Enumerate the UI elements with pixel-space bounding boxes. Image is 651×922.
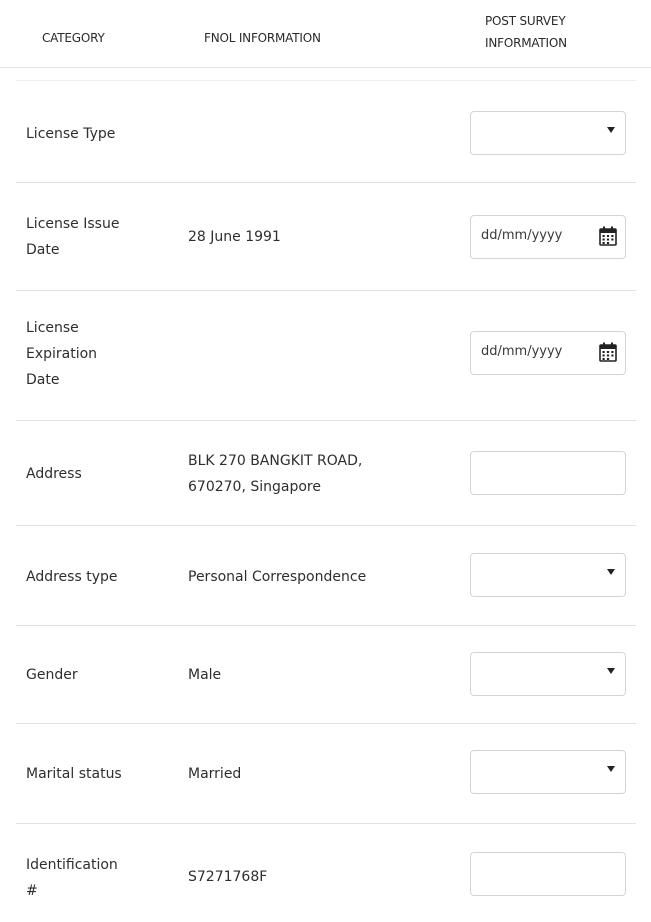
row-divider — [16, 525, 636, 526]
fnol-address-type: Personal Correspondence — [188, 569, 367, 585]
date-placeholder: dd/mm/yyyy — [481, 228, 563, 243]
fnol-address-line: BLK 270 BANGKIT ROAD, — [188, 453, 363, 469]
column-header-post-survey: POST SURVEY INFORMATION — [485, 10, 615, 54]
row-label-license-type: License Type — [26, 126, 116, 142]
chevron-down-icon — [607, 668, 615, 674]
license-expiration-date-input[interactable]: dd/mm/yyyy — [470, 331, 626, 375]
fnol-address-line: 670270, Singapore — [188, 479, 321, 495]
fnol-marital-status: Married — [188, 766, 242, 782]
fnol-license-issue-date: 28 June 1991 — [188, 229, 281, 245]
row-label-line: License — [26, 320, 79, 336]
post-survey-form: CATEGORY FNOL INFORMATION POST SURVEY IN… — [0, 0, 651, 922]
row-label-line: License Issue — [26, 216, 120, 232]
row-label-license-issue-date: License Issue Date — [26, 211, 146, 263]
address-input[interactable] — [470, 451, 626, 495]
calendar-icon[interactable] — [599, 226, 617, 246]
row-divider — [16, 420, 636, 421]
fnol-address: BLK 270 BANGKIT ROAD, 670270, Singapore — [188, 448, 458, 500]
gender-select[interactable] — [470, 652, 626, 696]
row-divider — [16, 182, 636, 183]
fnol-gender: Male — [188, 667, 222, 683]
row-label-address: Address — [26, 466, 82, 482]
address-type-select[interactable] — [470, 553, 626, 597]
column-header-post-survey-line2: INFORMATION — [485, 36, 567, 50]
row-label-line: Identification — [26, 857, 118, 873]
column-header-fnol: FNOL INFORMATION — [204, 31, 321, 45]
header-divider — [16, 80, 636, 81]
calendar-icon[interactable] — [599, 342, 617, 362]
row-label-address-type: Address type — [26, 569, 118, 585]
row-label-gender: Gender — [26, 667, 78, 683]
row-label-line: Date — [26, 242, 60, 258]
row-divider — [16, 823, 636, 824]
license-issue-date-input[interactable]: dd/mm/yyyy — [470, 215, 626, 259]
column-header-category: CATEGORY — [42, 31, 105, 45]
row-label-line: Date — [26, 372, 60, 388]
row-label-marital-status: Marital status — [26, 766, 122, 782]
date-placeholder: dd/mm/yyyy — [481, 344, 563, 359]
row-label-line: # — [26, 883, 38, 899]
license-type-select[interactable] — [470, 111, 626, 155]
identification-input[interactable] — [470, 852, 626, 896]
fnol-identification: S7271768F — [188, 869, 268, 885]
row-label-identification: Identification # — [26, 852, 146, 904]
column-header-post-survey-line1: POST SURVEY — [485, 14, 566, 28]
row-divider — [16, 723, 636, 724]
row-divider — [16, 290, 636, 291]
marital-status-select[interactable] — [470, 750, 626, 794]
row-label-license-expiration-date: License Expiration Date — [26, 315, 146, 393]
chevron-down-icon — [607, 569, 615, 575]
chevron-down-icon — [607, 127, 615, 133]
row-label-line: Expiration — [26, 346, 98, 362]
chevron-down-icon — [607, 766, 615, 772]
table-header: CATEGORY FNOL INFORMATION POST SURVEY IN… — [0, 0, 651, 68]
row-divider — [16, 625, 636, 626]
